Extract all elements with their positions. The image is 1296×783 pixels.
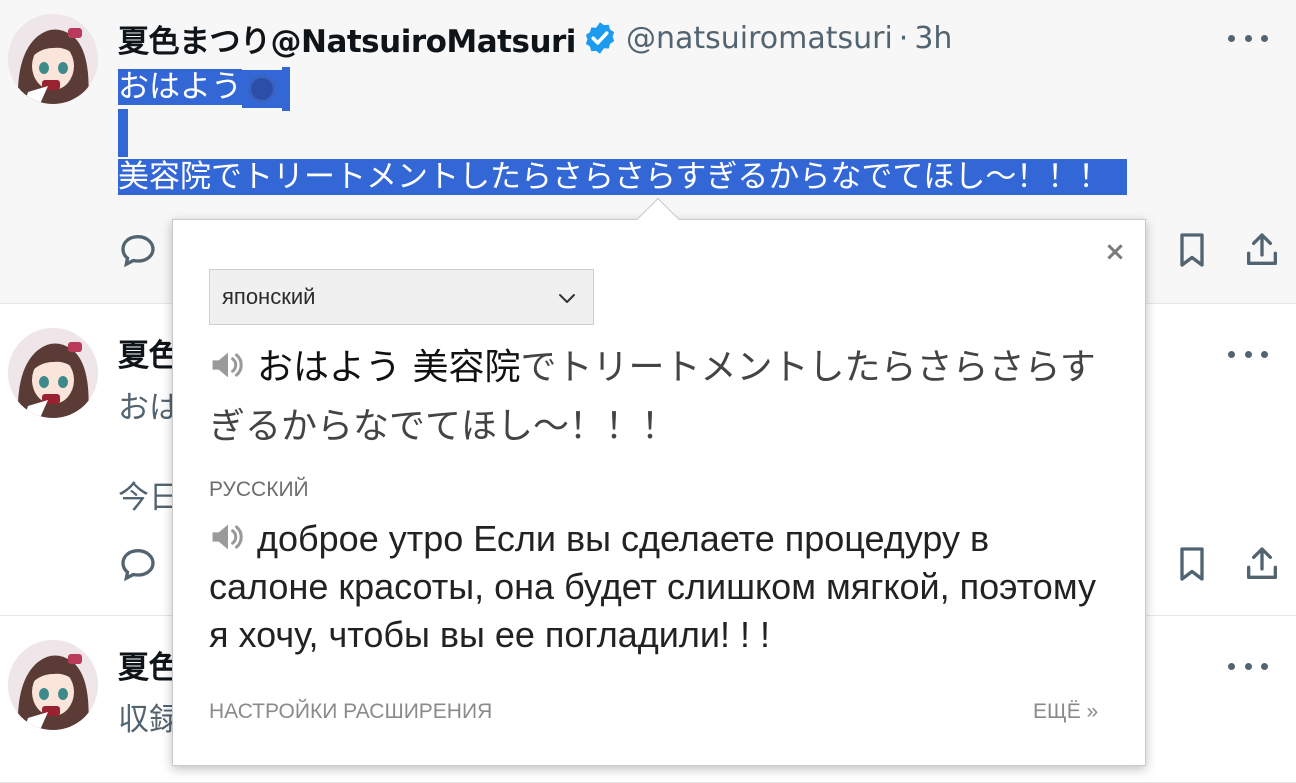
handle[interactable]: @natsuiromatsuri <box>626 21 893 56</box>
chevron-down-icon <box>555 286 579 310</box>
sun-emoji-icon <box>242 69 282 108</box>
avatar[interactable] <box>8 328 98 418</box>
display-name[interactable]: 夏色 <box>118 330 180 375</box>
target-language-label: РУССКИЙ <box>209 478 309 501</box>
extension-settings-link[interactable]: НАСТРОЙКИ РАСШИРЕНИЯ <box>209 700 492 724</box>
avatar[interactable] <box>8 640 98 730</box>
tweet-text-line-1: おはよう <box>118 65 290 111</box>
source-text: おはよう 美容院でトリートメントしたらさらさらすぎるからなでてほし〜！！！ <box>209 338 1109 456</box>
bookmark-icon[interactable] <box>1172 230 1212 270</box>
tweet-text: 収録 <box>118 702 180 738</box>
tweet-text: おは <box>118 390 180 426</box>
bookmark-icon[interactable] <box>1172 544 1212 584</box>
verified-badge-icon <box>582 20 618 56</box>
translation-popup: × японский おはよう 美容院でトリートメントしたらさらさらすぎるからな… <box>172 197 1146 766</box>
more-horizontal-icon[interactable] <box>1228 656 1268 676</box>
tweet-text-line-3: 美容院でトリートメントしたらさらさらすぎるからなでてほし〜！！！ <box>118 155 1128 199</box>
source-text-highlight: おはよう 美容院 <box>257 347 521 388</box>
selected-text: 美容院でトリートメントしたらさらさらすぎるからなでてほし〜！！！ <box>118 159 1128 195</box>
reply-icon[interactable] <box>118 230 158 270</box>
more-horizontal-icon[interactable] <box>1228 344 1268 364</box>
tweet-header: 夏色 <box>118 642 180 687</box>
translated-text-content: доброе утро Если вы сделаете процедуру в… <box>209 518 1096 655</box>
more-link[interactable]: ЕЩЁ » <box>1033 700 1098 724</box>
source-language-select[interactable]: японский <box>209 269 594 325</box>
tweet-header: 夏色 <box>118 330 180 375</box>
timestamp[interactable]: 3h <box>914 21 952 56</box>
tweet-text: 今日 <box>118 480 180 516</box>
selection-blank-line <box>118 109 128 157</box>
speaker-icon[interactable] <box>209 348 247 382</box>
avatar[interactable] <box>8 14 98 104</box>
tweet-header: 夏色まつり@NatsuiroMatsuri @natsuiromatsuri ·… <box>118 16 952 60</box>
speaker-icon[interactable] <box>209 520 247 554</box>
reply-icon[interactable] <box>118 544 158 584</box>
more-horizontal-icon[interactable] <box>1228 28 1268 48</box>
display-name[interactable]: 夏色 <box>118 642 180 687</box>
display-name[interactable]: 夏色まつり@NatsuiroMatsuri <box>118 16 576 61</box>
share-icon[interactable] <box>1242 544 1282 584</box>
source-language-label: японский <box>222 284 316 309</box>
selected-text: おはよう <box>118 69 242 105</box>
separator: · <box>898 20 909 56</box>
close-icon[interactable]: × <box>1103 239 1127 265</box>
share-icon[interactable] <box>1242 230 1282 270</box>
translated-text: доброе утро Если вы сделаете процедуру в… <box>209 515 1109 659</box>
